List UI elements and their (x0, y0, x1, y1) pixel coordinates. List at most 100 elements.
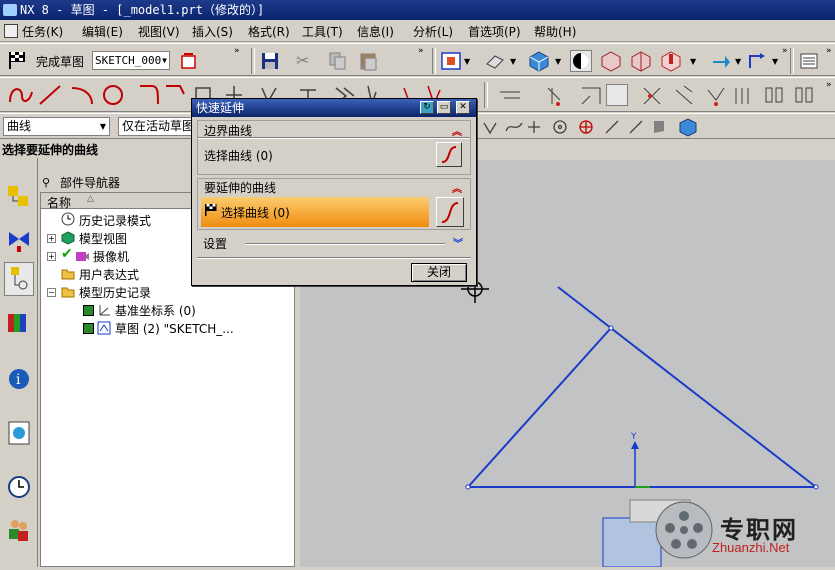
menu-info[interactable]: 信息(I) (357, 23, 394, 40)
tree-item[interactable]: 摄像机 (93, 248, 129, 265)
menu-view[interactable]: 视图(V) (138, 23, 180, 40)
extend-select-row[interactable]: 选择曲线 (0) (201, 197, 429, 227)
resource-bar: i (0, 158, 38, 567)
paste-icon[interactable] (358, 51, 380, 71)
close-button[interactable]: 关闭 (411, 263, 467, 282)
extend-group: 要延伸的曲线 ︽ 选择曲线 (0) (197, 178, 471, 230)
wireframe-cube-icon[interactable] (600, 50, 622, 72)
snap-point-icons[interactable] (480, 117, 700, 137)
sketch-line-right (557, 286, 817, 488)
toolbar-overflow-icon[interactable]: » (418, 46, 424, 56)
visibility-checkbox[interactable] (83, 323, 94, 334)
dialog-divider (197, 257, 471, 259)
tree-item[interactable]: 草图 (2) "SKETCH_... (115, 320, 234, 337)
expand-icon[interactable]: + (47, 234, 56, 243)
collapse-icon[interactable]: − (47, 288, 56, 297)
folder-open-icon (61, 285, 75, 299)
toolbar-overflow-icon[interactable]: » (826, 46, 832, 56)
extend-group-title: 要延伸的曲线 (204, 181, 277, 195)
save-icon[interactable] (260, 51, 280, 71)
checkmark-icon: ✔ (61, 246, 73, 262)
nx-logo-icon (3, 4, 17, 16)
tree-item[interactable]: 历史记录模式 (79, 212, 151, 229)
web-browser-icon[interactable] (6, 418, 32, 448)
menu-help[interactable]: 帮助(H) (534, 23, 576, 40)
menu-insert[interactable]: 插入(S) (192, 23, 233, 40)
close-icon[interactable]: ✕ (456, 101, 470, 114)
type-filter-select[interactable]: 曲线 ▼ (3, 117, 110, 136)
auto-constraint-icon[interactable] (606, 84, 628, 106)
constraint-navigator-icon[interactable] (6, 224, 32, 254)
chevron-down-icon[interactable]: ▼ (735, 57, 741, 66)
history-info-icon[interactable]: i (6, 364, 32, 394)
tree-item[interactable]: 模型历史记录 (79, 284, 151, 301)
menu-tools[interactable]: 工具(T) (302, 23, 343, 40)
hidden-edge-cube-icon[interactable] (660, 50, 682, 72)
part-navigator-tab-icon[interactable] (4, 262, 34, 296)
finish-sketch-label[interactable]: 完成草图 (36, 53, 84, 70)
cut-icon[interactable]: ✂ (296, 51, 318, 71)
toolbar-overflow-icon[interactable]: » (234, 46, 240, 56)
finish-sketch-flag-icon[interactable] (6, 50, 28, 70)
render-style-icon[interactable] (570, 50, 592, 72)
sketch-name-value: SKETCH_000 (95, 54, 162, 67)
scope-filter-select[interactable]: 仅在活动草图 (118, 117, 198, 136)
model-views-icon (61, 231, 75, 245)
menu-format[interactable]: 格式(R) (248, 23, 290, 40)
chevron-down-icon: ▼ (99, 122, 106, 131)
view-orientation-icon[interactable] (484, 50, 506, 72)
sort-arrow-icon: △ (87, 194, 94, 204)
roles-icon[interactable] (6, 514, 32, 544)
clock-icon (61, 212, 75, 226)
sketch-line-left (467, 327, 612, 488)
tree-item[interactable]: 基准坐标系 (0) (115, 302, 196, 319)
shaded-cube-icon[interactable] (528, 50, 550, 72)
select-curve-button[interactable] (436, 142, 462, 167)
menu-analysis[interactable]: 分析(L) (413, 23, 453, 40)
pin-icon[interactable]: ⚲ (42, 176, 50, 189)
menu-task[interactable]: 任务(K) (22, 23, 63, 40)
toolbar-separator (432, 48, 436, 74)
maximize-icon[interactable]: ▭ (437, 101, 451, 114)
visibility-checkbox[interactable] (83, 305, 94, 316)
select-curve-button[interactable] (436, 197, 464, 227)
reattach-sketch-icon[interactable] (178, 50, 200, 72)
sketch-name-select[interactable]: SKETCH_000 ▼ (92, 51, 170, 70)
toolbar-overflow-icon[interactable]: » (782, 46, 788, 56)
quick-extend-dialog: 快速延伸 ↻ ▭ ✕ 边界曲线 ︽ 选择曲线 (0) 要延伸的曲线 ︽ 选择曲线… (191, 98, 477, 286)
chevron-down-icon[interactable]: ▼ (510, 57, 516, 66)
collapse-group-icon[interactable]: ︽ (452, 180, 462, 195)
standard-toolbar: 完成草图 SKETCH_000 ▼ » ✂ » ▼ ▼ ▼ ▼ ▼ ▼ » » (0, 43, 835, 76)
toolbar-overflow-icon[interactable]: » (826, 80, 832, 90)
reuse-library-icon[interactable] (6, 308, 32, 338)
menu-edit[interactable]: 编辑(E) (82, 23, 123, 40)
settings-group[interactable]: 设置 ︾ (197, 235, 471, 251)
datum-csys-icon (97, 303, 111, 317)
history-clock-icon[interactable] (6, 472, 32, 502)
chevron-down-icon[interactable]: ▼ (555, 57, 561, 66)
menu-bar: 任务(K) 编辑(E) 视图(V) 插入(S) 格式(R) 工具(T) 信息(I… (0, 20, 835, 42)
tree-item[interactable]: 用户表达式 (79, 266, 139, 283)
wcs-arrow-icon[interactable] (710, 50, 732, 72)
fit-view-icon[interactable] (440, 50, 462, 72)
tree-item[interactable]: 模型视图 (79, 230, 127, 247)
assembly-navigator-icon[interactable] (6, 182, 32, 212)
folder-icon (61, 267, 75, 281)
column-header-name: 名称 (47, 196, 72, 210)
section-cube-icon[interactable] (630, 50, 652, 72)
chevron-down-icon[interactable]: ▼ (464, 57, 470, 66)
expand-icon[interactable]: + (47, 252, 56, 261)
sketch-feature-icon (97, 321, 111, 335)
chevron-down-icon[interactable]: ▼ (772, 57, 778, 66)
boundary-select-label: 选择曲线 (0) (204, 149, 273, 163)
expand-group-icon[interactable]: ︾ (453, 235, 463, 250)
transform-icon[interactable] (746, 50, 768, 72)
copy-icon[interactable] (328, 51, 348, 71)
chevron-down-icon[interactable]: ▼ (690, 57, 696, 66)
layer-settings-icon[interactable] (798, 50, 820, 72)
navigator-title: 部件导航器 (60, 176, 121, 190)
dialog-title-bar[interactable]: 快速延伸 ↻ ▭ ✕ (192, 99, 476, 117)
reset-icon[interactable]: ↻ (420, 101, 434, 114)
collapse-group-icon[interactable]: ︽ (452, 123, 462, 138)
menu-preferences[interactable]: 首选项(P) (468, 23, 521, 40)
